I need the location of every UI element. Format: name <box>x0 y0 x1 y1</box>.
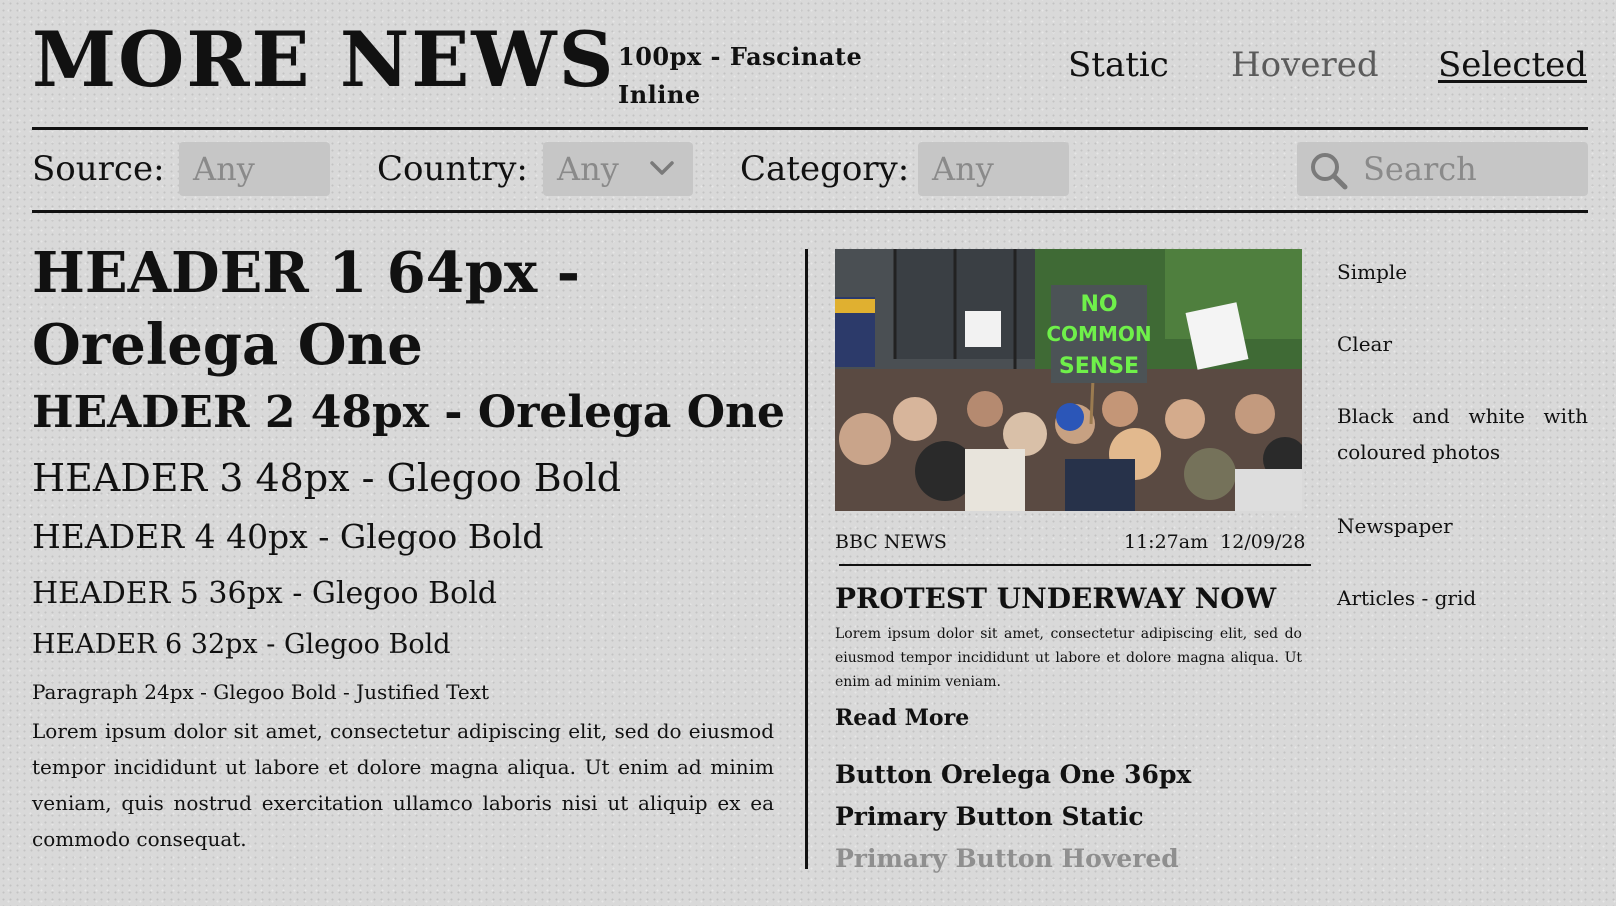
paragraph-label: Paragraph 24px - Glegoo Bold - Justified… <box>32 680 490 704</box>
search-icon <box>1311 153 1348 190</box>
country-label: Country: <box>377 149 528 189</box>
column-divider <box>805 249 808 869</box>
country-select[interactable]: Any <box>543 142 693 196</box>
article-title[interactable]: PROTEST UNDERWAY NOW <box>835 582 1276 616</box>
note-black-white: Black and white with coloured photos <box>1337 404 1588 464</box>
read-more-link[interactable]: Read More <box>835 704 969 732</box>
logo-font-note: 100px - Fascinate Inline <box>618 42 863 109</box>
article-source: BBC NEWS <box>835 531 947 553</box>
protest-photo-image: NO COMMON SENSE <box>835 249 1302 511</box>
source-field[interactable]: Any <box>179 142 330 196</box>
nav-link-static[interactable]: Static <box>1068 48 1169 82</box>
article-divider <box>839 564 1311 566</box>
article-timestamp: 11:27am 12/09/28 <box>1124 531 1306 553</box>
primary-button-static[interactable]: Primary Button Static <box>835 801 1144 833</box>
filter-divider <box>32 210 1588 213</box>
search-input[interactable]: Search <box>1297 142 1588 196</box>
photo-sign-line-1: NO <box>1080 292 1117 317</box>
header-3-sample: HEADER 3 48px - Glegoo Bold <box>32 456 622 500</box>
header-2-sample: HEADER 2 48px - Orelega One <box>32 387 786 438</box>
primary-button-hovered[interactable]: Primary Button Hovered <box>835 843 1179 875</box>
country-value: Any <box>557 150 619 188</box>
chevron-down-icon <box>650 161 674 175</box>
header-divider <box>32 127 1588 130</box>
source-value: Any <box>193 150 255 188</box>
article-excerpt: Lorem ipsum dolor sit amet, consectetur … <box>835 626 1302 690</box>
photo-sign-line-3: SENSE <box>1059 354 1139 379</box>
note-articles-grid: Articles - grid <box>1337 586 1477 610</box>
nav-link-hovered[interactable]: Hovered <box>1231 48 1379 82</box>
header-1-sample: HEADER 1 64px - Orelega One <box>32 240 580 378</box>
search-placeholder: Search <box>1363 150 1477 188</box>
note-newspaper: Newspaper <box>1337 514 1453 538</box>
paragraph-sample: Lorem ipsum dolor sit amet, consectetur … <box>32 719 774 851</box>
header-5-sample: HEADER 5 36px - Glegoo Bold <box>32 576 498 611</box>
nav-link-selected[interactable]: Selected <box>1438 48 1587 82</box>
button-font-label: Button Orelega One 36px <box>835 760 1192 789</box>
header-4-sample: HEADER 4 40px - Glegoo Bold <box>32 517 544 556</box>
note-simple: Simple <box>1337 260 1408 284</box>
site-logo[interactable]: MORE NEWS <box>32 22 616 98</box>
note-clear: Clear <box>1337 332 1393 356</box>
category-field[interactable]: Any <box>918 142 1069 196</box>
source-label: Source: <box>32 149 165 189</box>
category-label: Category: <box>740 149 910 189</box>
header-6-sample: HEADER 6 32px - Glegoo Bold <box>32 629 451 660</box>
article-photo[interactable]: NO COMMON SENSE <box>835 249 1302 511</box>
photo-sign-line-2: COMMON <box>1046 322 1151 346</box>
category-value: Any <box>932 150 994 188</box>
